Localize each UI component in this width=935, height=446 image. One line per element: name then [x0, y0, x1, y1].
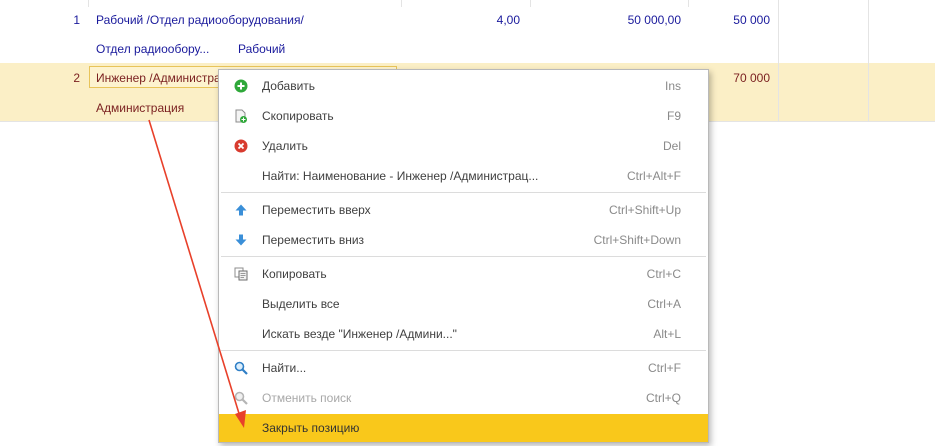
- menu-item-add[interactable]: Добавить Ins: [219, 72, 708, 100]
- grid-line: [868, 0, 869, 122]
- position-cell[interactable]: Рабочий: [238, 41, 388, 57]
- menu-item-shortcut: Ctrl+F: [648, 361, 681, 375]
- menu-item-label: Найти: Наименование - Инженер /Администр…: [262, 169, 539, 183]
- arrow-down-icon: [235, 234, 247, 246]
- menu-separator: [221, 192, 706, 193]
- menu-item-shortcut: Del: [662, 139, 681, 153]
- menu-item-copy-row[interactable]: Скопировать F9: [219, 102, 708, 130]
- arrow-up-icon: [235, 204, 247, 216]
- menu-item-shortcut: Alt+L: [653, 327, 681, 341]
- menu-item-label: Выделить все: [262, 297, 340, 311]
- context-menu: Добавить Ins Скопировать F9 Удалить Del …: [218, 69, 709, 443]
- menu-item-search-everywhere[interactable]: Искать везде "Инженер /Админи..." Alt+L: [219, 320, 708, 348]
- delete-icon: [234, 139, 248, 153]
- grid-line: [530, 0, 531, 7]
- name-cell[interactable]: Рабочий /Отдел радиооборудования/: [96, 12, 396, 28]
- menu-item-select-all[interactable]: Выделить все Ctrl+A: [219, 290, 708, 318]
- menu-item-shortcut: Ctrl+C: [646, 267, 681, 281]
- menu-item-label: Скопировать: [262, 109, 334, 123]
- menu-item-copy[interactable]: Копировать Ctrl+C: [219, 260, 708, 288]
- menu-item-shortcut: F9: [666, 109, 681, 123]
- salary-cell[interactable]: 50 000,00: [560, 12, 681, 28]
- menu-item-move-down[interactable]: Переместить вниз Ctrl+Shift+Down: [219, 226, 708, 254]
- menu-separator: [221, 256, 706, 257]
- menu-item-shortcut: Ctrl+Shift+Up: [608, 203, 681, 217]
- department-cell[interactable]: Отдел радиообору...: [96, 41, 231, 57]
- menu-item-delete[interactable]: Удалить Del: [219, 132, 708, 160]
- cancel-search-icon: [234, 391, 248, 405]
- menu-item-label: Закрыть позицию: [262, 421, 360, 435]
- menu-item-move-up[interactable]: Переместить вверх Ctrl+Shift+Up: [219, 196, 708, 224]
- menu-item-label: Переместить вниз: [262, 233, 365, 247]
- grid-line: [688, 0, 689, 7]
- menu-item-shortcut: Ctrl+Alt+F: [626, 169, 681, 183]
- menu-item-shortcut: Ins: [664, 79, 681, 93]
- row-number: 1: [73, 13, 80, 27]
- menu-item-label: Удалить: [262, 139, 308, 153]
- add-icon: [234, 79, 248, 93]
- grid-line: [88, 0, 89, 7]
- menu-item-cancel-search[interactable]: Отменить поиск Ctrl+Q: [219, 384, 708, 412]
- menu-item-find[interactable]: Найти... Ctrl+F: [219, 354, 708, 382]
- row-number: 2: [73, 71, 80, 85]
- menu-item-shortcut: Ctrl+A: [647, 297, 681, 311]
- menu-item-find-by-name[interactable]: Найти: Наименование - Инженер /Администр…: [219, 162, 708, 190]
- clipboard-copy-icon: [234, 267, 248, 281]
- menu-separator: [221, 350, 706, 351]
- copy-row-icon: [235, 109, 247, 123]
- grid-line: [401, 0, 402, 7]
- menu-item-label: Добавить: [262, 79, 316, 93]
- menu-item-label: Найти...: [262, 361, 307, 375]
- menu-item-label: Копировать: [262, 267, 327, 281]
- menu-item-shortcut: Ctrl+Shift+Down: [593, 233, 681, 247]
- menu-item-close-position[interactable]: Закрыть позицию: [219, 414, 708, 442]
- name-cell[interactable]: Инженер /Администрация/: [96, 70, 218, 86]
- search-icon: [234, 361, 248, 375]
- total-cell[interactable]: 50 000: [690, 12, 770, 28]
- menu-item-label: Переместить вверх: [262, 203, 371, 217]
- menu-item-label: Отменить поиск: [262, 391, 352, 405]
- grid-line: [778, 0, 779, 122]
- menu-item-label: Искать везде "Инженер /Админи...": [262, 327, 457, 341]
- quantity-cell[interactable]: 4,00: [420, 12, 520, 28]
- menu-item-shortcut: Ctrl+Q: [645, 391, 681, 405]
- department-cell[interactable]: Администрация: [96, 100, 231, 116]
